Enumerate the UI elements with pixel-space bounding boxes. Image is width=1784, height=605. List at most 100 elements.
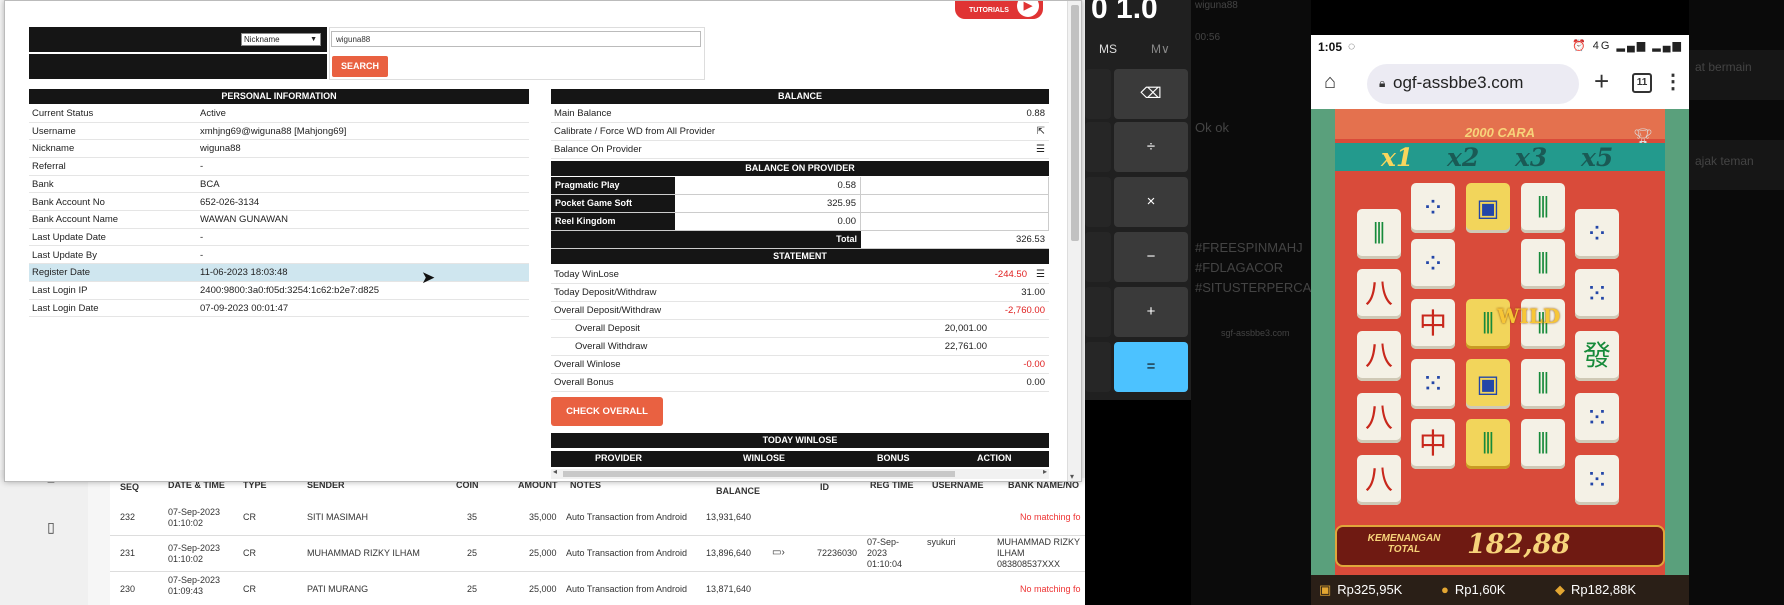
table-row[interactable]: 232 07-Sep-2023 01:10:02 CR SITI MASIMAH… — [110, 500, 1085, 536]
mahjong-tile: ⦀ — [1521, 183, 1565, 233]
info-label: Last Update Date — [32, 231, 106, 243]
col-action[interactable]: ACTION — [977, 453, 1012, 463]
col-winlose[interactable]: WINLOSE — [743, 453, 785, 463]
monitor-icon[interactable]: ▭› — [772, 547, 785, 558]
status-time: 1:05 — [1318, 40, 1343, 54]
chat-bubble: at bermain — [1689, 50, 1784, 100]
personal-info-header: PERSONAL INFORMATION — [29, 89, 529, 104]
memory-store-button[interactable]: MS — [1099, 42, 1117, 56]
win-info-value: Rp182,88K — [1571, 582, 1637, 597]
mahjong-game[interactable]: 2000 CARA 🏆︎ x1 x2 x3 x5 ⦀ 八 八 八 八 ⁘ ⁘ 中… — [1311, 109, 1689, 605]
memory-view-button[interactable]: M∨ — [1151, 42, 1170, 56]
mahjong-tile: 八 — [1357, 331, 1401, 381]
mahjong-tile: ⦀ — [1521, 419, 1565, 469]
lock-icon[interactable]: 🔒︎ — [1379, 76, 1385, 91]
calibrate-row: Calibrate / Force WD from All Provider ⇱ — [551, 123, 1049, 141]
member-detail-modal: TUTORIALS ▶ Nickname ▼ SEARCH PERSONAL I… — [4, 0, 1082, 482]
info-value: 652-026-3134 — [200, 196, 260, 208]
chat-text: 00:56 — [1195, 32, 1221, 43]
bet-info: ● Rp1,60K — [1441, 582, 1505, 597]
personal-info-row: Username xmhjng69@wiguna88 [Mahjong69] — [29, 123, 529, 141]
check-overall-button[interactable]: CHECK OVERALL — [551, 397, 663, 426]
overall-bonus-row: Overall Bonus 0.00 — [551, 374, 1049, 392]
today-winlose-label: Today WinLose — [554, 269, 619, 280]
search-input[interactable] — [331, 31, 701, 47]
info-label: Bank — [32, 178, 54, 190]
scrollbar-thumb[interactable] — [563, 471, 955, 477]
cell-date: 07-Sep-2023 01:10:02 — [168, 507, 221, 528]
chat-text: wiguna88 — [1195, 0, 1238, 11]
provider-row: Reel Kingdom 0.00 — [551, 213, 1049, 231]
info-value: - — [200, 249, 204, 261]
cell-seq: 231 — [120, 548, 136, 558]
balance-info: ▣ Rp325,95K — [1319, 582, 1402, 598]
search-type-select[interactable]: Nickname ▼ — [241, 33, 321, 46]
cell-amount: 35,000 — [529, 512, 557, 522]
external-link-icon[interactable]: ⇱ — [1037, 126, 1045, 137]
mahjong-tile: 八 — [1357, 455, 1401, 505]
cell-username: syukuri — [927, 537, 956, 547]
mahjong-tile: 中 — [1411, 419, 1455, 469]
table-row[interactable]: 230 07-Sep-2023 01:09:43 CR PATI MURANG … — [110, 572, 1085, 605]
info-label: Referral — [32, 161, 66, 173]
info-value: BCA — [200, 178, 220, 190]
plus-button[interactable]: + — [1114, 287, 1188, 337]
col-balance[interactable]: BALANCE — [716, 486, 760, 496]
overall-bonus-label: Overall Bonus — [554, 377, 614, 388]
search-label-bar — [29, 54, 327, 79]
calc-key[interactable] — [1085, 69, 1111, 119]
vertical-scrollbar[interactable]: ▾ — [1067, 1, 1081, 481]
today-winlose-header: TODAY WINLOSE — [551, 433, 1049, 448]
list-icon[interactable]: ☰ — [1036, 144, 1045, 155]
col-seq[interactable]: SEQ — [120, 482, 139, 492]
info-value: WAWAN GUNAWAN — [200, 214, 288, 226]
scroll-right-icon[interactable]: ▸ — [1043, 467, 1047, 476]
cell-sender: SITI MASIMAH — [307, 512, 369, 522]
info-label: Username — [32, 125, 76, 137]
calc-key[interactable] — [1085, 287, 1111, 337]
search-button[interactable]: SEARCH — [332, 56, 388, 77]
select-value: Nickname — [244, 35, 280, 44]
cell-coin: 25 — [467, 584, 478, 594]
backspace-button[interactable]: ⌫ — [1114, 69, 1188, 119]
chat-text: at bermain — [1695, 60, 1752, 74]
tabs-count-button[interactable]: 11 — [1632, 73, 1652, 93]
horizontal-scrollbar[interactable]: ◂ ▸ — [551, 467, 1049, 479]
mahjong-tile: ⦀ — [1357, 209, 1401, 259]
cell-type: CR — [243, 512, 256, 522]
new-tab-icon[interactable]: + — [1594, 66, 1609, 97]
overall-withdraw-value: 22,761.00 — [944, 341, 987, 352]
calc-key[interactable] — [1085, 177, 1111, 227]
col-bonus[interactable]: BONUS — [877, 453, 910, 463]
list-icon[interactable]: ☰ — [1036, 269, 1045, 280]
book-icon[interactable]: ▯ — [42, 518, 60, 536]
scroll-left-icon[interactable]: ◂ — [553, 467, 557, 476]
calc-key[interactable] — [1085, 342, 1111, 392]
mouse-cursor-icon: ➤ — [421, 268, 436, 287]
overall-withdraw-row: Overall Withdraw 22,761.00 — [551, 338, 1049, 356]
minus-button[interactable]: − — [1114, 232, 1188, 282]
divide-button[interactable]: ÷ — [1114, 122, 1188, 172]
prize-icon: ◆ — [1555, 582, 1565, 597]
multiplier-x1: x1 — [1381, 143, 1414, 172]
calc-key[interactable] — [1085, 232, 1111, 282]
search-panel: Nickname ▼ SEARCH — [29, 27, 705, 80]
cell-coin: 25 — [467, 548, 478, 558]
col-id[interactable]: ID — [820, 482, 829, 492]
equals-button[interactable]: = — [1114, 342, 1188, 392]
home-icon[interactable]: ⌂ — [1324, 71, 1336, 94]
scroll-down-icon[interactable]: ▾ — [1070, 472, 1074, 481]
url-bar[interactable]: 🔒︎ ogf-assbbe3.com — [1367, 64, 1579, 104]
scrollbar-thumb[interactable] — [1071, 5, 1079, 241]
col-provider[interactable]: PROVIDER — [595, 453, 642, 463]
calc-key[interactable] — [1085, 122, 1111, 172]
table-row[interactable]: 231 07-Sep-2023 01:10:02 CR MUHAMMAD RIZ… — [110, 536, 1085, 572]
chat-text: Ok ok — [1195, 120, 1229, 135]
multiply-button[interactable]: × — [1114, 177, 1188, 227]
info-label: Last Login Date — [32, 302, 99, 314]
personal-info-row: Bank Account Name WAWAN GUNAWAN — [29, 211, 529, 229]
wild-symbol: WILD — [1497, 304, 1561, 328]
more-menu-icon[interactable]: ⋮ — [1663, 69, 1683, 94]
win-value: 182,88 — [1467, 529, 1571, 560]
provider-header: BALANCE ON PROVIDER — [551, 161, 1049, 176]
